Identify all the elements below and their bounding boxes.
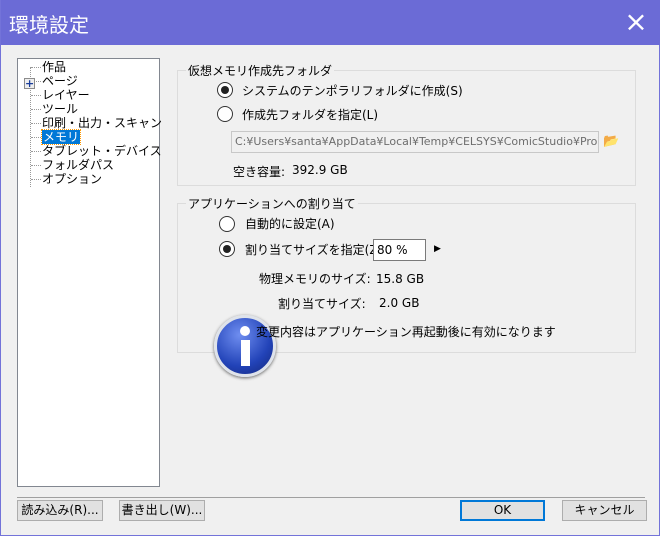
radio-system-temp[interactable] bbox=[217, 82, 233, 98]
restart-notice: 変更内容はアプリケーション再起動後に有効になります bbox=[256, 325, 556, 339]
category-tree[interactable]: + 作品 ページ レイヤー ツール 印刷・出力・スキャン メモリ タブレット・デ… bbox=[17, 58, 162, 487]
free-space-label: 空き容量: bbox=[233, 165, 286, 179]
tree-item-options[interactable]: オプション bbox=[42, 172, 102, 186]
free-space-value: 392.9 GB bbox=[292, 163, 348, 177]
tree-item-layer[interactable]: レイヤー bbox=[42, 88, 90, 102]
folder-path-input[interactable]: C:¥Users¥santa¥AppData¥Local¥Temp¥CELSYS… bbox=[231, 131, 599, 153]
window-title: 環境設定 bbox=[9, 13, 89, 37]
radio-auto-label[interactable]: 自動的に設定(A) bbox=[245, 215, 335, 232]
cancel-button[interactable]: キャンセル bbox=[562, 500, 647, 521]
divider bbox=[17, 497, 645, 498]
export-button[interactable]: 書き出し(W)... bbox=[119, 500, 205, 521]
slider-arrow-icon[interactable]: ▶ bbox=[434, 244, 441, 254]
group-label: アプリケーションへの割り当て bbox=[186, 195, 358, 212]
radio-auto[interactable] bbox=[219, 216, 235, 232]
tree-item-tablet[interactable]: タブレット・デバイス bbox=[42, 144, 162, 158]
tree-item-memory[interactable]: メモリ bbox=[40, 129, 82, 145]
radio-specify-size-label[interactable]: 割り当てサイズを指定(Z) bbox=[245, 241, 382, 258]
preferences-dialog: 環境設定 × + 作品 ページ レイヤー ツール 印刷・出力・スキャン メモリ … bbox=[0, 0, 660, 536]
import-button[interactable]: 読み込み(R)... bbox=[17, 500, 103, 521]
close-icon[interactable]: × bbox=[611, 0, 660, 45]
title-bar: 環境設定 × bbox=[1, 0, 660, 45]
radio-specify-size[interactable] bbox=[219, 241, 235, 257]
expand-icon[interactable]: + bbox=[24, 78, 35, 89]
physical-memory-label: 物理メモリのサイズ: bbox=[259, 272, 371, 286]
tree-item-works[interactable]: 作品 bbox=[42, 60, 66, 74]
allocated-size-label: 割り当てサイズ: bbox=[278, 297, 366, 311]
folder-open-icon[interactable]: 📂 bbox=[603, 134, 619, 149]
tree-item-page[interactable]: ページ bbox=[42, 74, 78, 88]
group-label: 仮想メモリ作成先フォルダ bbox=[186, 62, 335, 79]
physical-memory-value: 15.8 GB bbox=[376, 272, 425, 286]
tree-item-folder-path[interactable]: フォルダパス bbox=[42, 158, 114, 172]
radio-specify-folder[interactable] bbox=[217, 106, 233, 122]
radio-system-temp-label[interactable]: システムのテンポラリフォルダに作成(S) bbox=[242, 82, 463, 99]
radio-specify-folder-label[interactable]: 作成先フォルダを指定(L) bbox=[242, 106, 378, 123]
ok-button[interactable]: OK bbox=[460, 500, 545, 521]
allocated-size-value: 2.0 GB bbox=[379, 296, 420, 310]
tree-item-print[interactable]: 印刷・出力・スキャン bbox=[42, 116, 162, 130]
tree-item-tool[interactable]: ツール bbox=[42, 102, 78, 116]
allocation-size-input[interactable]: 80 % bbox=[373, 239, 426, 261]
